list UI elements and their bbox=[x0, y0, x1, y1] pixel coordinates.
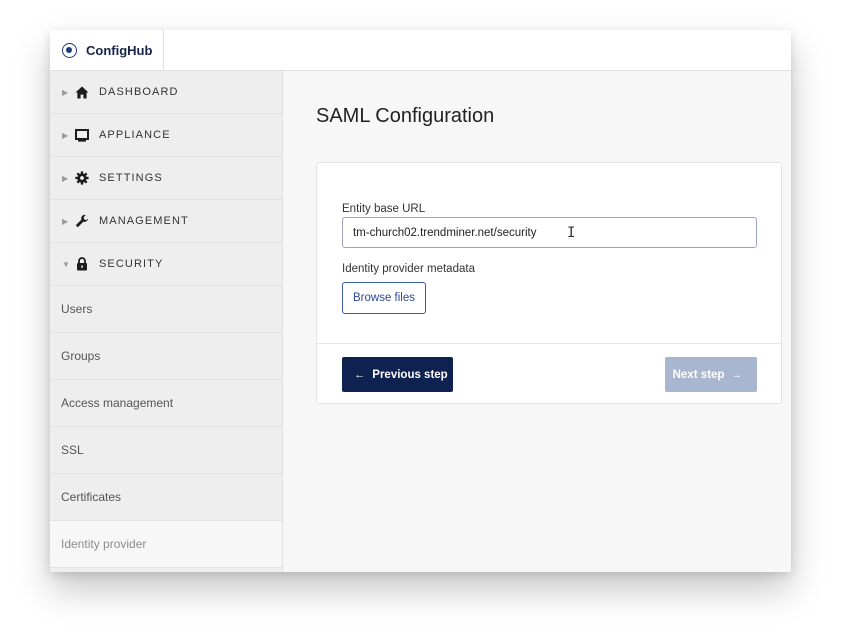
text-cursor-icon: I bbox=[567, 225, 576, 241]
brand-logo[interactable]: ConfigHub bbox=[50, 30, 164, 71]
sidebar-item-label: APPLIANCE bbox=[99, 129, 171, 141]
identity-provider-metadata-label: Identity provider metadata bbox=[342, 263, 475, 275]
sidebar: ▶ DASHBOARD ▶ APPLIANCE ▶ SETTINGS ▶ MAN… bbox=[50, 71, 283, 572]
sidebar-item-label: SECURITY bbox=[99, 258, 164, 270]
entity-base-url-label: Entity base URL bbox=[342, 203, 426, 215]
sidebar-item-ssl[interactable]: SSL bbox=[50, 427, 282, 474]
chevron-right-icon: ▶ bbox=[62, 173, 69, 183]
sidebar-item-identity-provider[interactable]: Identity provider bbox=[50, 521, 282, 568]
lock-icon bbox=[74, 256, 90, 272]
previous-step-label: Previous step bbox=[372, 368, 448, 381]
previous-step-button[interactable]: ← Previous step bbox=[342, 357, 453, 392]
browse-files-button[interactable]: Browse files bbox=[342, 282, 426, 314]
sidebar-item-appliance[interactable]: ▶ APPLIANCE bbox=[50, 114, 282, 157]
sidebar-item-label: SETTINGS bbox=[99, 172, 163, 184]
sidebar-item-label: DASHBOARD bbox=[99, 86, 179, 98]
sidebar-filler bbox=[50, 568, 282, 572]
arrow-left-icon: ← bbox=[354, 368, 366, 381]
page-title: SAML Configuration bbox=[316, 105, 495, 127]
sidebar-item-management[interactable]: ▶ MANAGEMENT bbox=[50, 200, 282, 243]
sidebar-item-certificates[interactable]: Certificates bbox=[50, 474, 282, 521]
sidebar-item-label: MANAGEMENT bbox=[99, 215, 189, 227]
gear-icon bbox=[74, 170, 90, 186]
app-window: ConfigHub ▶ DASHBOARD ▶ APPLIANCE ▶ SETT… bbox=[50, 30, 791, 572]
arrow-right-icon: → bbox=[731, 368, 743, 381]
chevron-right-icon: ▶ bbox=[62, 130, 69, 140]
chevron-right-icon: ▶ bbox=[62, 216, 69, 226]
chevron-down-icon: ▼ bbox=[62, 259, 70, 269]
chevron-right-icon: ▶ bbox=[62, 87, 69, 97]
sidebar-item-groups[interactable]: Groups bbox=[50, 333, 282, 380]
divider bbox=[317, 343, 781, 344]
main-content: SAML Configuration Entity base URL I Ide… bbox=[283, 71, 791, 572]
next-step-button[interactable]: Next step → bbox=[665, 357, 757, 392]
top-bar: ConfigHub bbox=[50, 30, 791, 71]
wrench-icon bbox=[74, 213, 90, 229]
sidebar-item-users[interactable]: Users bbox=[50, 286, 282, 333]
home-icon bbox=[74, 84, 90, 100]
monitor-icon bbox=[74, 127, 90, 143]
sidebar-item-dashboard[interactable]: ▶ DASHBOARD bbox=[50, 71, 282, 114]
app-name: ConfigHub bbox=[86, 43, 153, 58]
confighub-logo-icon bbox=[62, 43, 77, 58]
sidebar-item-access-management[interactable]: Access management bbox=[50, 380, 282, 427]
sidebar-item-settings[interactable]: ▶ SETTINGS bbox=[50, 157, 282, 200]
sidebar-item-security[interactable]: ▼ SECURITY bbox=[50, 243, 282, 286]
next-step-label: Next step bbox=[672, 368, 725, 381]
saml-config-card: Entity base URL I Identity provider meta… bbox=[316, 162, 782, 404]
entity-base-url-input[interactable] bbox=[342, 217, 757, 248]
